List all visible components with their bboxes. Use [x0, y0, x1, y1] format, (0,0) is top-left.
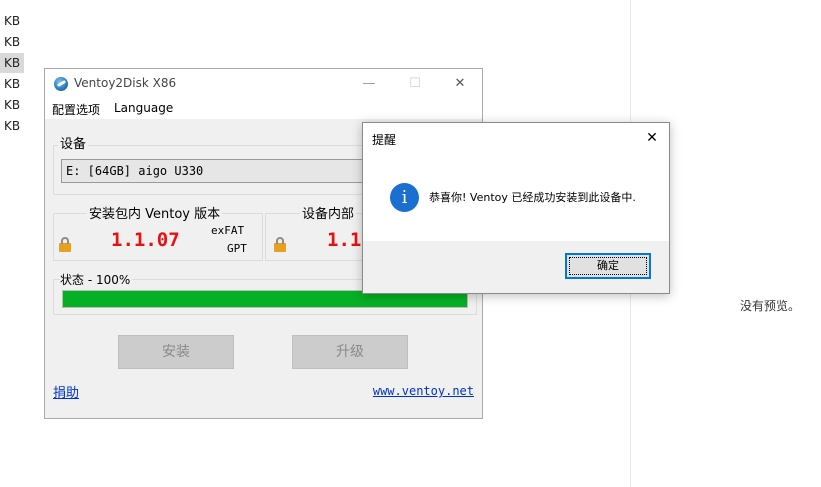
file-size-cell-selected[interactable]: KB	[0, 53, 24, 73]
lock-icon	[59, 237, 71, 252]
dialog-footer: 确定	[363, 241, 669, 293]
package-partition-style: exFAT	[211, 224, 245, 237]
device-version-number: 1.1	[327, 229, 362, 251]
package-version-label: 安装包内 Ventoy 版本	[87, 203, 223, 222]
package-version-number: 1.1.07	[111, 229, 180, 251]
menu-language[interactable]: Language	[114, 101, 173, 115]
menu-bar: 配置选项 Language	[45, 99, 482, 119]
website-link[interactable]: www.ventoy.net	[373, 384, 474, 398]
file-size-cell[interactable]: KB	[0, 95, 24, 115]
window-title: Ventoy2Disk X86	[74, 76, 177, 90]
ventoy-app-icon	[54, 77, 68, 91]
file-size-cell[interactable]: KB	[0, 11, 24, 31]
dialog-close-button[interactable]: ✕	[635, 123, 669, 153]
device-version-label: 设备内部	[300, 203, 357, 222]
package-partition-table: GPT	[227, 242, 247, 255]
maximize-button[interactable]: ☐	[392, 69, 438, 99]
dialog-title: 提醒	[372, 133, 397, 147]
device-group-label: 设备	[58, 133, 89, 152]
donate-link[interactable]: 捐助	[53, 382, 79, 401]
file-size-cell[interactable]: KB	[0, 32, 24, 52]
file-size-cell[interactable]: KB	[0, 116, 24, 136]
ok-button[interactable]: 确定	[565, 253, 651, 279]
status-label: 状态 - 100%	[60, 271, 133, 288]
minimize-button[interactable]: —	[346, 69, 392, 99]
lock-icon	[274, 237, 286, 252]
close-button[interactable]: ✕	[437, 69, 483, 99]
dialog-message: 恭喜你! Ventoy 已经成功安装到此设备中.	[429, 191, 636, 204]
no-preview-text: 没有预览。	[740, 299, 801, 313]
info-icon: i	[390, 183, 419, 212]
install-button[interactable]: 安装	[118, 335, 234, 369]
title-bar[interactable]: Ventoy2Disk X86 — ☐ ✕	[45, 69, 482, 99]
upgrade-button[interactable]: 升级	[292, 335, 408, 369]
device-select[interactable]: E: [64GB] aigo U330	[61, 159, 381, 183]
message-dialog: 提醒 ✕ i 恭喜你! Ventoy 已经成功安装到此设备中. 确定	[362, 122, 670, 294]
menu-config-options[interactable]: 配置选项	[52, 101, 100, 118]
file-size-cell[interactable]: KB	[0, 74, 24, 94]
